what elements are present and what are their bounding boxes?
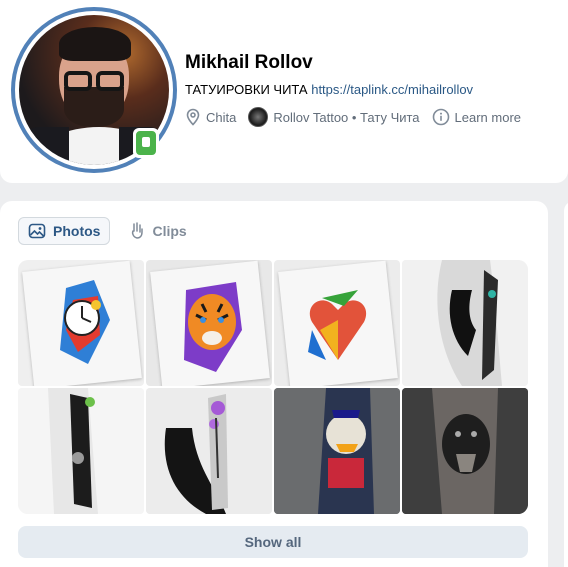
photo-grid xyxy=(18,260,528,514)
tab-photos[interactable]: Photos xyxy=(18,217,111,245)
online-mobile-icon xyxy=(133,128,159,158)
learn-more-link[interactable]: Learn more xyxy=(432,108,521,126)
photo-tiger-tattoo-sketch[interactable] xyxy=(146,260,272,386)
info-icon xyxy=(432,108,449,126)
photo-cartoon-duck-tattoo-forearm[interactable] xyxy=(274,388,400,514)
show-all-button[interactable]: Show all xyxy=(18,526,528,558)
photo-clock-tattoo-sketch[interactable] xyxy=(18,260,144,386)
photo-heart-tattoo-sketch[interactable] xyxy=(274,260,400,386)
status-text: ТАТУИРОВКИ ЧИТА xyxy=(185,82,308,97)
profile-status: ТАТУИРОВКИ ЧИТА https://taplink.cc/mihai… xyxy=(185,82,473,97)
media-card: Photos Clips Show all xyxy=(0,201,548,567)
photo-arm-tattoo-back[interactable] xyxy=(18,388,144,514)
learn-more-label: Learn more xyxy=(454,109,522,125)
profile-name: Mikhail Rollov xyxy=(185,52,313,73)
group-avatar xyxy=(248,107,269,127)
photo-floral-sleeve-on-model[interactable] xyxy=(146,388,272,514)
clips-icon xyxy=(132,222,144,239)
tab-clips[interactable]: Clips xyxy=(120,217,195,245)
side-panel-edge xyxy=(564,201,568,567)
location-label: Chita xyxy=(206,109,237,125)
photo-sleeve-tattoo-on-model[interactable] xyxy=(402,260,528,386)
location-item[interactable]: Chita xyxy=(185,108,236,126)
profile-header: Mikhail Rollov ТАТУИРОВКИ ЧИТА https://t… xyxy=(0,0,568,183)
group-label: Rollov Tattoo • Тату Чита xyxy=(273,109,420,125)
image-icon xyxy=(28,223,46,239)
group-item[interactable]: Rollov Tattoo • Тату Чита xyxy=(248,107,420,127)
tab-photos-label: Photos xyxy=(53,223,101,239)
profile-meta: Chita Rollov Tattoo • Тату Чита Learn mo… xyxy=(185,107,521,127)
media-tabs: Photos Clips xyxy=(18,217,196,245)
photo-gorilla-tattoo-forearm[interactable] xyxy=(402,388,528,514)
location-pin-icon xyxy=(186,108,200,126)
status-link[interactable]: https://taplink.cc/mihailrollov xyxy=(311,82,473,97)
tab-clips-label: Clips xyxy=(152,223,187,239)
